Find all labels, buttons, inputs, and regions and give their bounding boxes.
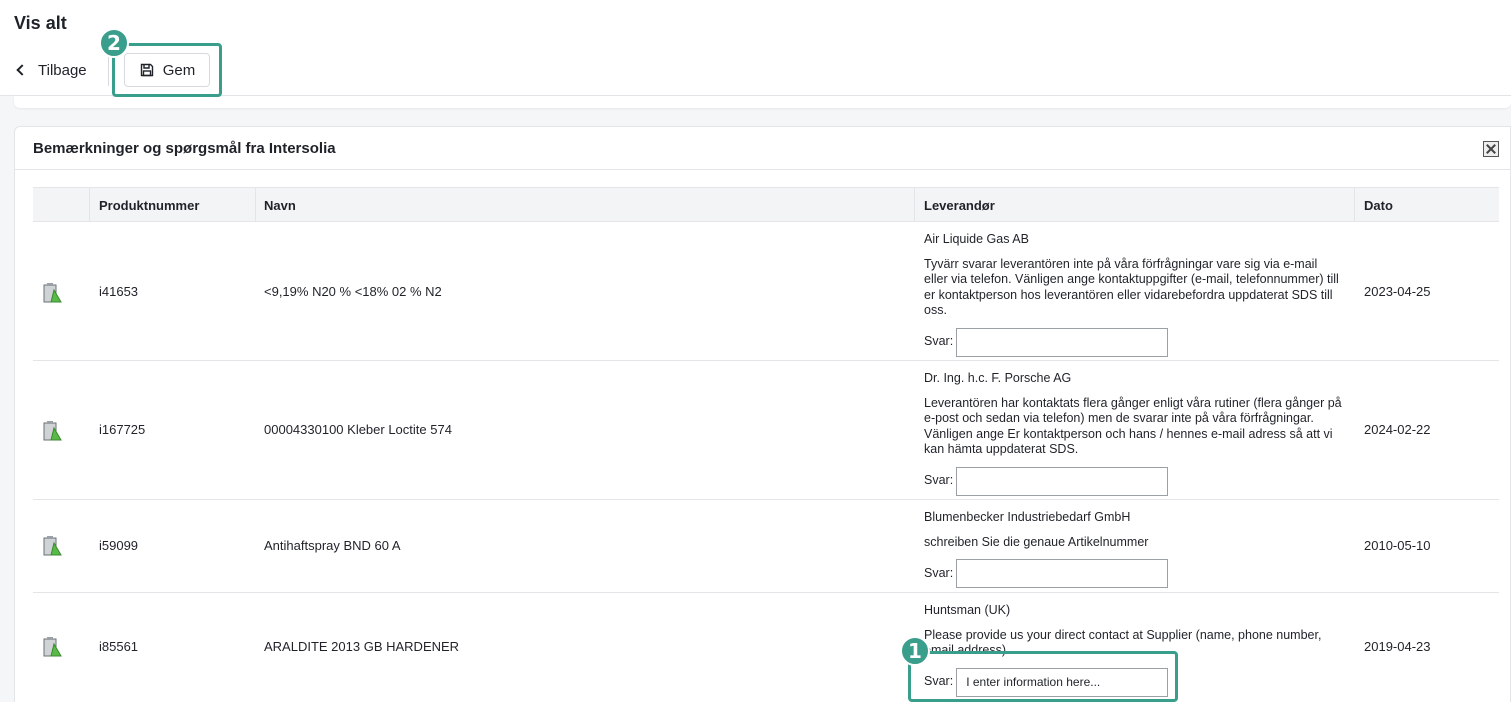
table-row: i41653 <9,19% N20 % <18% 02 % N2 Air Liq…	[33, 222, 1499, 361]
product-name: 00004330100 Kleber Loctite 574	[264, 422, 452, 437]
table-row: i85561 ARALDITE 2013 GB HARDENER Huntsma…	[33, 593, 1499, 702]
back-label: Tilbage	[38, 61, 87, 79]
table-row: i59099 Antihaftspray BND 60 A Blumenbeck…	[33, 500, 1499, 593]
supplier-name: Blumenbecker Industriebedarf GmbH	[924, 510, 1131, 524]
step-badge-1: 1	[900, 636, 930, 666]
product-flask-icon[interactable]	[41, 281, 65, 305]
column-divider	[1354, 188, 1355, 221]
date: 2019-04-23	[1364, 639, 1431, 654]
highlight-box-reply	[908, 651, 1178, 702]
date: 2023-04-25	[1364, 284, 1431, 299]
divider	[15, 169, 1510, 170]
date: 2010-05-10	[1364, 538, 1431, 553]
column-divider	[914, 188, 915, 221]
column-header-supplier[interactable]: Leverandør	[924, 198, 995, 213]
product-name: ARALDITE 2013 GB HARDENER	[264, 639, 460, 654]
toolbar-divider	[108, 56, 109, 86]
product-number: i41653	[99, 284, 139, 299]
reply-input[interactable]	[956, 327, 1169, 357]
panel-title: Bemærkninger og spørgsmål fra Intersolia	[33, 140, 336, 157]
excel-export-icon[interactable]	[1483, 141, 1499, 157]
remarks-table: Produktnummer Navn Leverandør Dato i4165…	[33, 187, 1499, 702]
product-number: i167725	[99, 422, 146, 437]
product-number: i59099	[99, 538, 139, 553]
table-row: i167725 00004330100 Kleber Loctite 574 D…	[33, 361, 1499, 500]
reply-row: Svar:	[924, 327, 1344, 357]
product-number: i85561	[99, 639, 139, 654]
remarks-panel: Bemærkninger og spørgsmål fra Intersolia…	[14, 126, 1511, 702]
step-badge-2: 2	[99, 28, 129, 58]
reply-row: Svar:	[924, 466, 1344, 496]
supplier-name: Huntsman (UK)	[924, 603, 1011, 617]
supplier-cell: Air Liquide Gas AB Tyvärr svarar leveran…	[924, 232, 1344, 357]
column-header-product-number[interactable]: Produktnummer	[99, 198, 199, 213]
supplier-message: schreiben Sie die genaue Artikelnummer	[924, 534, 1149, 549]
supplier-message: Leverantören har kontaktats flera gånger…	[924, 395, 1342, 457]
column-divider	[89, 188, 90, 221]
page-header: Vis alt Tilbage Gem	[0, 0, 1511, 96]
column-header-date[interactable]: Dato	[1364, 198, 1393, 213]
supplier-name: Dr. Ing. h.c. F. Porsche AG	[924, 371, 1072, 385]
reply-row: Svar:	[924, 559, 1344, 588]
reply-input[interactable]	[956, 466, 1169, 496]
supplier-cell: Dr. Ing. h.c. F. Porsche AG Leverantören…	[924, 371, 1344, 496]
product-flask-icon[interactable]	[41, 635, 65, 659]
reply-label: Svar:	[924, 565, 954, 580]
table-header: Produktnummer Navn Leverandør Dato	[33, 187, 1499, 222]
reply-label: Svar:	[924, 473, 954, 488]
supplier-name: Air Liquide Gas AB	[924, 232, 1029, 246]
supplier-cell: Blumenbecker Industriebedarf GmbH schrei…	[924, 510, 1344, 588]
chevron-left-icon	[16, 64, 28, 76]
highlight-box-save	[112, 43, 222, 97]
column-header-name[interactable]: Navn	[264, 198, 296, 213]
date: 2024-02-22	[1364, 422, 1431, 437]
product-flask-icon[interactable]	[41, 419, 65, 443]
supplier-message: Tyvärr svarar leverantören inte på våra …	[924, 256, 1339, 318]
product-name: Antihaftspray BND 60 A	[264, 538, 401, 553]
back-button[interactable]: Tilbage	[14, 58, 87, 82]
page-title: Vis alt	[14, 13, 67, 33]
product-name: <9,19% N20 % <18% 02 % N2	[264, 284, 442, 299]
reply-input[interactable]	[956, 559, 1169, 588]
collapsed-section	[14, 96, 1511, 108]
reply-label: Svar:	[924, 334, 954, 349]
column-divider	[255, 188, 256, 221]
product-flask-icon[interactable]	[41, 534, 65, 558]
